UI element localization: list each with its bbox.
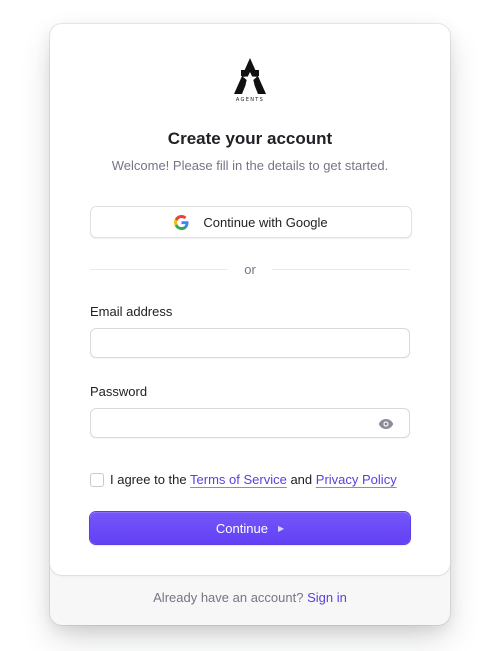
terms-agreement: I agree to the Terms of Service and Priv… [110, 472, 397, 487]
privacy-policy-link[interactable]: Privacy Policy [316, 472, 397, 487]
brand-logo: AGENTS [234, 58, 266, 106]
password-input[interactable] [90, 408, 410, 438]
sign-in-link[interactable]: Sign in [307, 590, 347, 605]
terms-prefix: I agree to the [110, 472, 187, 487]
google-icon [174, 214, 189, 230]
continue-button[interactable]: Continue ▶ [90, 512, 410, 544]
signup-card-container: AGENTS Create your account Welcome! Plea… [50, 24, 450, 625]
terms-conjunction: and [290, 472, 313, 487]
password-label: Password [90, 384, 148, 399]
google-button-label: Continue with Google [203, 214, 328, 230]
email-input[interactable] [90, 328, 410, 358]
page-subtitle: Welcome! Please fill in the details to g… [111, 158, 389, 173]
signup-card: AGENTS Create your account Welcome! Plea… [50, 24, 450, 575]
email-label: Email address [90, 304, 173, 319]
signin-footer: Already have an account? Sign in [50, 590, 450, 605]
divider-line-right [272, 269, 410, 270]
agents-logo-icon [234, 58, 266, 94]
logo-wordmark: AGENTS [235, 97, 265, 103]
page-title: Create your account [167, 129, 333, 148]
terms-of-service-link[interactable]: Terms of Service [190, 472, 287, 487]
terms-checkbox[interactable] [90, 473, 104, 487]
continue-with-google-button[interactable]: Continue with Google [90, 206, 412, 238]
footer-text: Already have an account? [153, 590, 304, 605]
eye-icon[interactable] [378, 418, 394, 430]
continue-button-label: Continue [215, 520, 268, 536]
caret-right-icon: ▶ [277, 523, 285, 533]
or-divider: or [90, 260, 410, 280]
